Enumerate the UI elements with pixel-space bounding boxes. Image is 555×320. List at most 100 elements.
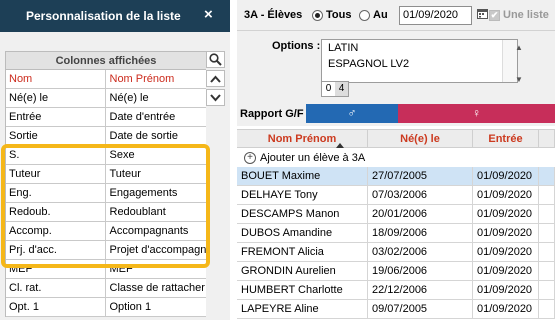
cell-entry: 01/09/2020 [473,281,539,299]
column-full-header: Nom Prénom [109,73,175,85]
cell-extra [539,186,555,204]
cell-name: FREMONT Alicia [237,243,368,261]
column-row[interactable]: Tuteur Tuteur [6,165,206,184]
options-area: Options : LATIN ESPAGNOL LV2 ▲ ▼ 0 4 Rap… [237,31,555,126]
column-row[interactable]: Né(e) le Né(e) le [6,89,206,108]
column-row[interactable]: Redoub. Redoublant [6,203,206,222]
sort-ascending-icon [336,143,344,148]
column-short: Opt. 1 [6,298,106,316]
options-tabs: 0 4 [321,81,349,97]
date-field[interactable]: 01/09/2020 [399,6,472,25]
cell-birthdate: 03/02/2006 [368,243,473,261]
cell-birthdate: 07/03/2006 [368,186,473,204]
girls-ratio-bar: ♀ [398,104,555,123]
cell-extra [539,300,555,318]
column-full: Classe de rattacher [109,282,205,294]
table-row[interactable]: GRONDIN Aurelien 19/06/2006 01/09/2020 [237,262,555,281]
column-short: Sortie [6,127,106,145]
table-row[interactable]: DUBOS Amandine 18/09/2006 01/09/2020 [237,224,555,243]
add-student-row[interactable]: + Ajouter un élève à 3A [237,149,555,167]
table-row[interactable]: DESCAMPS Manon 20/01/2006 01/09/2020 [237,205,555,224]
chevron-down-icon[interactable] [206,89,225,106]
column-full: Accompagnants [109,225,189,237]
column-short: Prj. d'acc. [6,241,106,259]
columns-header: Colonnes affichées [6,51,206,70]
cell-birthdate: 18/09/2006 [368,224,473,242]
radio-at-date[interactable]: Au [359,9,388,21]
cell-name: HUMBERT Charlotte [237,281,368,299]
column-full: Redoublant [109,206,166,218]
table-row[interactable]: FREMONT Alicia 03/02/2006 01/09/2020 [237,243,555,262]
list-customization-panel: Personnalisation de la liste × Colonnes … [0,0,230,320]
column-short: S. [6,146,106,164]
boys-ratio-bar: ♂ [306,104,398,123]
column-row[interactable]: Prj. d'acc. Projet d'accompagn [6,241,206,260]
column-row[interactable]: Sortie Date de sortie [6,127,206,146]
header-birthdate[interactable]: Né(e) le [368,130,473,147]
table-row[interactable]: DELHAYE Tony 07/03/2006 01/09/2020 [237,186,555,205]
students-table-body: BOUET Maxime 27/07/2005 01/09/2020 DELHAYE… [237,167,555,319]
cell-entry: 01/09/2020 [473,205,539,223]
column-row[interactable]: Accomp. Accompagnants [6,222,206,241]
chevron-up-icon[interactable] [206,70,225,87]
radio-all-label: Tous [326,9,352,21]
table-row[interactable]: HUMBERT Charlotte 22/12/2006 01/09/2020 [237,281,555,300]
cell-entry: 01/09/2020 [473,262,539,280]
search-icon[interactable] [206,51,225,68]
option-item: LATIN [328,42,359,54]
options-list[interactable]: LATIN ESPAGNOL LV2 ▲ ▼ [321,39,523,84]
column-full: Option 1 [109,301,152,313]
close-icon[interactable]: × [204,6,213,23]
class-label: 3A - Élèves [244,9,303,21]
header-extra[interactable] [539,130,555,147]
cell-birthdate: 27/07/2005 [368,167,473,185]
scroll-up-icon[interactable]: ▲ [509,40,523,56]
cell-entry: 01/09/2020 [473,243,539,261]
column-full: Sexe [109,149,135,161]
column-short: Redoub. [6,203,106,221]
column-short: Accomp. [6,222,106,240]
student-list-panel: 3A - Élèves Tous Au 01/09/2020 ✔ Une lis… [237,0,555,320]
table-row[interactable]: BOUET Maxime 27/07/2005 01/09/2020 [237,167,555,186]
column-short: Entrée [6,108,106,126]
students-table-header: Nom Prénom Né(e) le Entrée [237,129,555,148]
options-tab-4[interactable]: 4 [335,82,348,96]
cell-extra [539,281,555,299]
list-toolbar: 3A - Élèves Tous Au 01/09/2020 ✔ Une lis… [237,0,555,31]
column-row[interactable]: MEF MEF [6,260,206,279]
cell-name: DESCAMPS Manon [237,205,368,223]
column-row[interactable]: Cl. rat. Classe de rattacher [6,279,206,298]
cell-extra [539,224,555,242]
cell-entry: 01/09/2020 [473,186,539,204]
radio-unchecked-icon [359,9,370,21]
column-row[interactable]: Opt. 1 Option 1 [6,298,206,317]
column-short: Eng. [6,184,106,202]
column-short: Tuteur [6,165,106,183]
column-short: Cl. rat. [6,279,106,297]
radio-all[interactable]: Tous [312,9,351,21]
table-row[interactable]: LAPEYRE Aline 09/07/2005 01/09/2020 [237,300,555,319]
radio-checked-icon [312,9,323,21]
header-name[interactable]: Nom Prénom [237,130,368,147]
column-row[interactable]: S. Sexe [6,146,206,165]
cell-extra [539,205,555,223]
calendar-icon[interactable] [477,8,488,22]
scroll-down-icon[interactable]: ▼ [509,72,523,88]
checkbox-checked-icon: ✔ [489,9,500,21]
plus-icon: + [244,152,256,164]
header-entry[interactable]: Entrée [473,130,539,147]
single-list-checkbox[interactable]: ✔ Une liste [489,9,549,21]
column-full: Date d'entrée [109,111,176,123]
options-tab-0[interactable]: 0 [322,82,335,96]
column-short-header: Nom [6,70,106,88]
cell-name: LAPEYRE Aline [237,300,368,318]
cell-birthdate: 09/07/2005 [368,300,473,318]
options-scrollbar[interactable]: ▲ ▼ [502,40,523,84]
cell-entry: 01/09/2020 [473,300,539,318]
cell-name: BOUET Maxime [237,167,368,185]
cell-entry: 01/09/2020 [473,224,539,242]
column-short: MEF [6,260,106,278]
cell-entry: 01/09/2020 [473,167,539,185]
column-row[interactable]: Entrée Date d'entrée [6,108,206,127]
column-row[interactable]: Eng. Engagements [6,184,206,203]
